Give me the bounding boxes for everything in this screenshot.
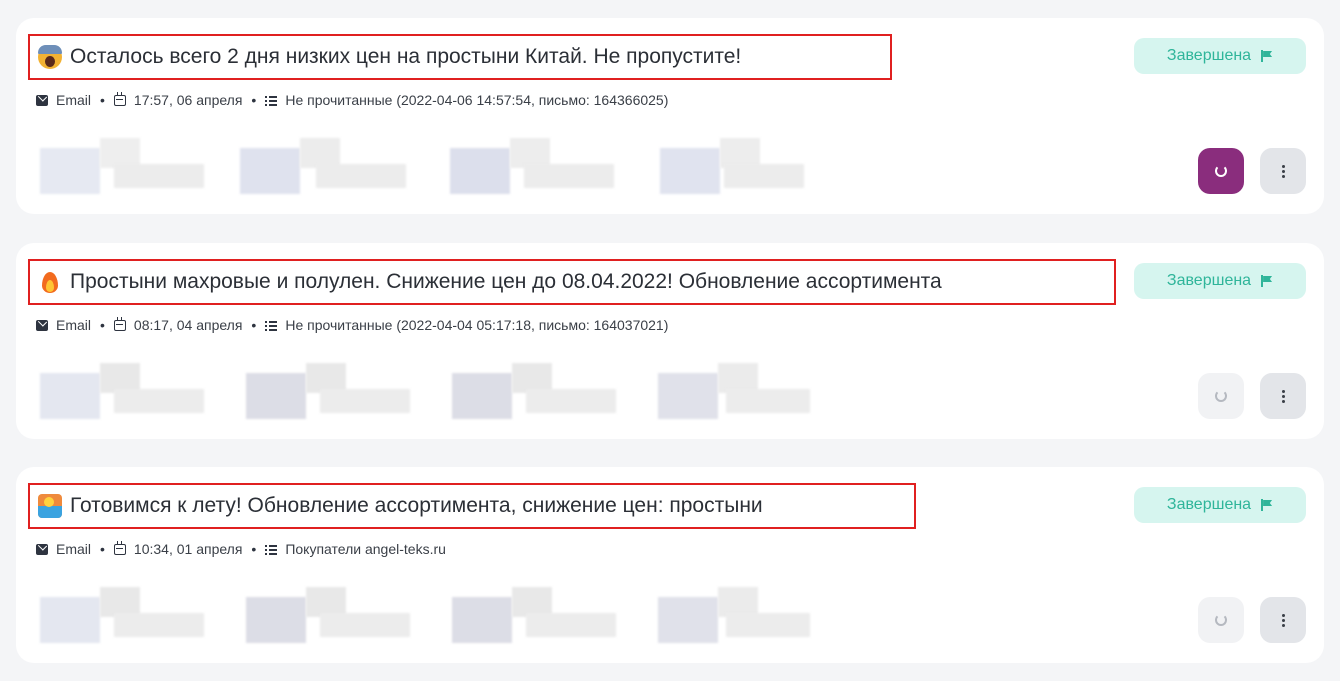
status-badge: Завершена [1134,38,1306,74]
separator-dot: • [251,317,257,333]
campaign-title-highlight[interactable]: Осталось всего 2 дня низких цен на прост… [28,34,892,80]
refresh-button[interactable] [1198,373,1244,419]
channel-label: Email [56,317,92,333]
campaign-card[interactable]: Простыни махровые и полулен. Снижение це… [16,243,1324,439]
separator-dot: • [100,92,105,108]
audience-label: Не прочитанные (2022-04-06 14:57:54, пис… [285,92,669,108]
send-datetime: 08:17, 04 апреля [133,317,243,333]
refresh-icon [1215,165,1227,177]
refresh-button[interactable] [1198,597,1244,643]
status-badge: Завершена [1134,263,1306,299]
more-vertical-icon [1281,618,1285,622]
blurred-stats [40,583,820,643]
more-options-button[interactable] [1260,373,1306,419]
send-datetime: 10:34, 01 апреля [133,541,243,557]
calendar-icon [113,91,126,106]
fire-icon [38,270,62,294]
status-label: Завершена [1166,272,1252,289]
campaign-meta: Email • 17:57, 06 апреля • Не прочитанны… [36,91,669,108]
flag-icon [1261,50,1273,62]
envelope-icon [36,94,48,106]
separator-dot: • [251,541,257,557]
campaign-title-highlight[interactable]: Простыни махровые и полулен. Снижение це… [28,259,1116,305]
campaign-title[interactable]: Простыни махровые и полулен. Снижение це… [70,270,942,294]
refresh-icon [1215,614,1227,626]
list-icon [265,95,278,106]
flag-icon [1261,499,1273,511]
list-icon [265,320,278,331]
campaign-card[interactable]: Осталось всего 2 дня низких цен на прост… [16,18,1324,214]
campaign-title[interactable]: Осталось всего 2 дня низких цен на прост… [70,45,741,69]
calendar-icon [113,316,126,331]
more-options-button[interactable] [1260,597,1306,643]
channel-label: Email [56,541,92,557]
more-options-button[interactable] [1260,148,1306,194]
separator-dot: • [100,317,105,333]
status-badge: Завершена [1134,487,1306,523]
beach-icon [38,494,62,518]
separator-dot: • [251,92,257,108]
blurred-stats [40,134,820,194]
channel-label: Email [56,92,92,108]
campaign-title[interactable]: Готовимся к лету! Обновление ассортимент… [70,494,763,518]
more-vertical-icon [1281,169,1285,173]
status-label: Завершена [1166,47,1252,64]
refresh-button[interactable] [1198,148,1244,194]
audience-label: Покупатели angel-teks.ru [285,541,446,557]
status-label: Завершена [1166,496,1252,513]
flag-icon [1261,275,1273,287]
campaign-title-highlight[interactable]: Готовимся к лету! Обновление ассортимент… [28,483,916,529]
campaign-card[interactable]: Готовимся к лету! Обновление ассортимент… [16,467,1324,663]
campaign-meta: Email • 10:34, 01 апреля • Покупатели an… [36,540,446,557]
separator-dot: • [100,541,105,557]
refresh-icon [1215,390,1227,402]
face-screaming-icon [38,45,62,69]
calendar-icon [113,540,126,555]
audience-label: Не прочитанные (2022-04-04 05:17:18, пис… [285,317,669,333]
list-icon [265,544,278,555]
campaign-meta: Email • 08:17, 04 апреля • Не прочитанны… [36,316,669,333]
blurred-stats [40,359,820,419]
envelope-icon [36,543,48,555]
envelope-icon [36,319,48,331]
more-vertical-icon [1281,394,1285,398]
send-datetime: 17:57, 06 апреля [133,92,243,108]
